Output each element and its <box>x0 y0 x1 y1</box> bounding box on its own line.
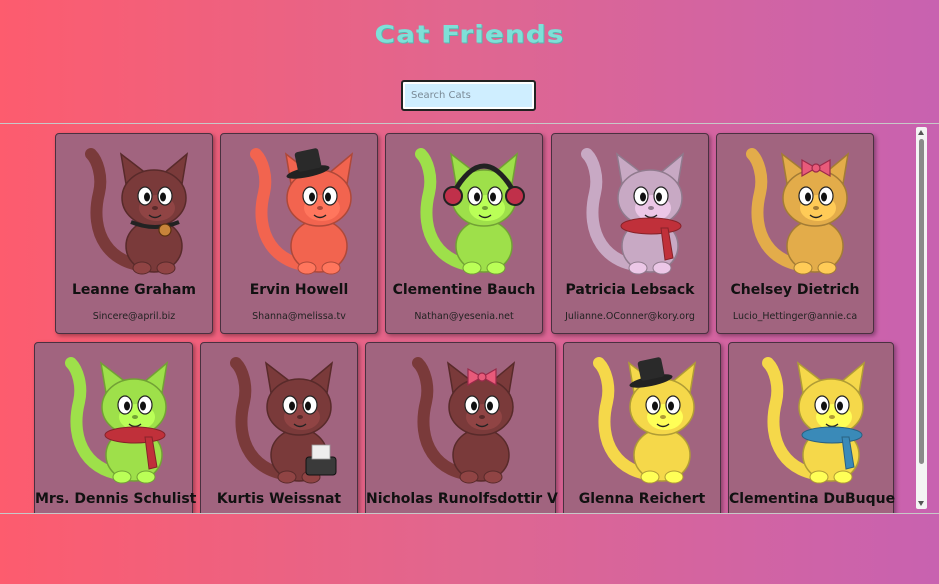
cat-email: Lucio_Hettinger@annie.ca <box>732 311 858 322</box>
scroll-thumb[interactable] <box>919 139 924 464</box>
card-list[interactable]: Leanne Graham Sincere@april.biz Ervin Ho… <box>0 124 939 513</box>
scrollbar[interactable] <box>916 127 927 509</box>
cat-image <box>746 148 850 275</box>
cat-image <box>593 357 697 484</box>
cat-image <box>250 148 354 275</box>
search-input[interactable] <box>401 80 536 111</box>
cat-email: Nathan@yesenia.net <box>414 311 514 322</box>
scroll-down-arrow-icon[interactable] <box>918 501 924 506</box>
cat-card[interactable]: Patricia Lebsack Julianne.OConner@kory.o… <box>551 133 709 334</box>
cat-image <box>64 357 168 484</box>
divider-bottom <box>0 513 939 514</box>
cat-name: Clementina DuBuque <box>729 491 896 507</box>
cat-email: Sincere@april.biz <box>92 311 176 322</box>
cat-card[interactable]: Kurtis Weissnat <box>200 342 358 513</box>
cat-name: Patricia Lebsack <box>565 282 695 298</box>
cat-image <box>762 357 866 484</box>
cat-name: Kurtis Weissnat <box>216 491 342 507</box>
cat-card[interactable]: Nicholas Runolfsdottir V <box>365 342 558 513</box>
cat-name: Nicholas Runolfsdottir V <box>366 491 558 507</box>
cat-email: Julianne.OConner@kory.org <box>565 311 695 322</box>
cat-image <box>230 357 337 484</box>
cat-email: Shanna@melissa.tv <box>252 311 346 322</box>
cat-image <box>581 148 685 275</box>
cat-card[interactable]: Leanne Graham Sincere@april.biz <box>55 133 213 334</box>
app-title: Cat Friends <box>374 20 565 49</box>
cat-name: Glenna Reichert <box>578 491 706 507</box>
cat-card[interactable]: Chelsey Dietrich Lucio_Hettinger@annie.c… <box>716 133 874 334</box>
cat-name: Clementine Bauch <box>392 282 536 298</box>
cat-name: Chelsey Dietrich <box>730 282 860 298</box>
scroll-up-arrow-icon[interactable] <box>918 130 924 135</box>
cat-card[interactable]: Ervin Howell Shanna@melissa.tv <box>220 133 378 334</box>
cat-name: Mrs. Dennis Schulist <box>35 491 197 507</box>
cat-card[interactable]: Glenna Reichert <box>563 342 721 513</box>
cat-card[interactable]: Clementina DuBuque <box>728 342 896 513</box>
cat-name: Ervin Howell <box>249 282 349 298</box>
cat-image <box>85 148 189 275</box>
cat-name: Leanne Graham <box>71 282 196 298</box>
cat-image <box>415 148 525 275</box>
cat-image <box>411 357 515 484</box>
cat-card[interactable]: Clementine Bauch Nathan@yesenia.net <box>385 133 543 334</box>
cat-card[interactable]: Mrs. Dennis Schulist <box>34 342 197 513</box>
